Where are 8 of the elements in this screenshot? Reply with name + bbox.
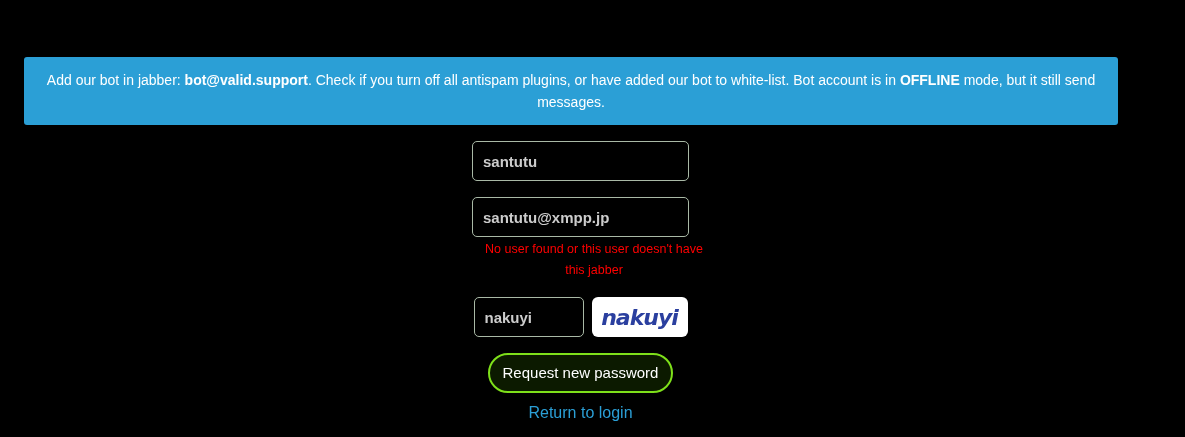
captcha-field[interactable]: nakuyi [473, 297, 584, 337]
jabber-field[interactable]: santutu@xmpp.jp [472, 197, 689, 237]
return-to-login-link[interactable]: Return to login [528, 401, 633, 425]
error-message: No user found or this user doesn't have this jabber [484, 241, 704, 279]
info-alert: Add our bot in jabber: bot@valid.support. Check if you turn off all antispam plugins, or have added our bot to white-list. Bot account is in OFFLINE mode, but it still send messages. [24, 57, 1118, 125]
username-field[interactable]: santutu [472, 141, 689, 181]
request-password-button[interactable]: Request new password [487, 353, 674, 393]
captcha-image: nakuyi [591, 297, 688, 337]
